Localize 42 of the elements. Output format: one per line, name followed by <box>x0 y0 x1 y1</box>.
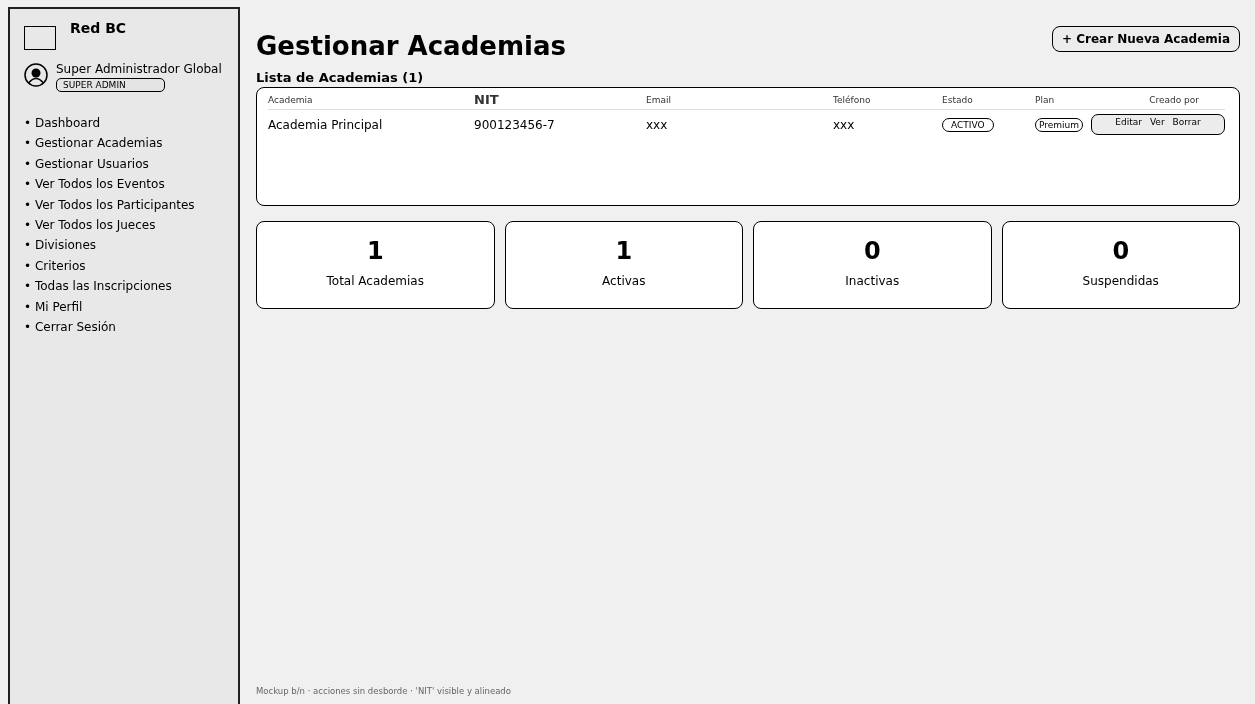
user-name: Super Administrador Global <box>56 62 222 76</box>
nav-link[interactable]: • Gestionar Academias <box>24 133 224 154</box>
table-cell-text: 900123456-7 <box>474 117 556 132</box>
action-link[interactable]: Borrar <box>1172 117 1201 127</box>
page-title: Gestionar Academias <box>256 31 566 61</box>
stat-label: Inactivas <box>845 274 900 288</box>
nav-link[interactable]: • Gestionar Usuarios <box>24 153 224 175</box>
nav-link[interactable]: • Criterios <box>24 255 224 277</box>
table-cell-text: Academia Principal <box>268 117 384 132</box>
stat-value: 0 <box>1112 237 1130 265</box>
brand-name: Red BC <box>70 20 127 36</box>
column-header: Teléfono <box>833 94 872 105</box>
nav-link[interactable]: • Mi Perfil <box>24 296 224 318</box>
column-header: Creado por <box>1148 94 1200 105</box>
create-academy-button[interactable]: + Crear Nueva Academia <box>1051 26 1240 52</box>
stat-value: 1 <box>366 237 384 265</box>
nav-link[interactable]: • Ver Todos los Participantes <box>24 194 224 216</box>
role-badge: SUPER ADMIN <box>56 78 165 92</box>
table-title: Lista de Academias (1) <box>256 70 425 85</box>
column-header: Academia <box>268 94 314 105</box>
nav-link[interactable]: • Ver Todos los Jueces <box>24 215 224 236</box>
logo-placeholder-icon <box>24 26 56 50</box>
stat-label: Total Academias <box>326 274 424 288</box>
stat-label: Activas <box>602 274 646 288</box>
action-link[interactable]: Ver <box>1149 117 1165 127</box>
user-avatar-icon <box>24 63 48 87</box>
table-cell-text: xxx <box>833 117 856 132</box>
column-header: Email <box>646 94 672 105</box>
nav-link[interactable]: • Cerrar Sesión <box>24 317 224 338</box>
nav-link[interactable]: • Dashboard <box>24 113 224 134</box>
column-header: Estado <box>942 94 974 105</box>
nav-link[interactable]: • Ver Todos los Eventos <box>24 174 224 195</box>
action-link[interactable]: Editar <box>1115 117 1142 127</box>
stat-label: Suspendidas <box>1082 274 1159 288</box>
stat-value: 0 <box>863 237 881 265</box>
nav-link[interactable]: • Todas las Inscripciones <box>24 276 224 297</box>
stat-value: 1 <box>615 237 633 265</box>
column-header: NIT <box>474 92 500 107</box>
column-header: Plan <box>1035 94 1056 105</box>
footer-note: Mockup b/n · acciones sin desborde · 'NIT' visible y alineado <box>256 686 512 696</box>
nav-link[interactable]: • Divisiones <box>24 235 224 256</box>
table-cell-text: xxx <box>646 117 669 132</box>
